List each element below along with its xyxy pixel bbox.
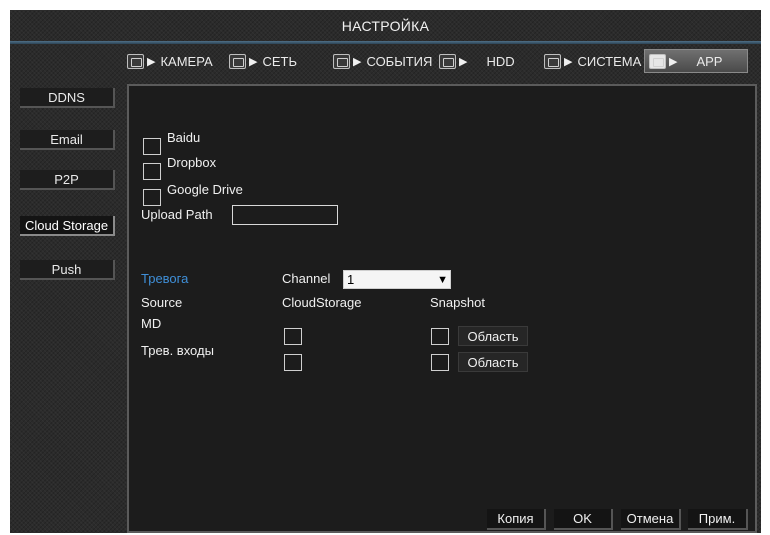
- sidebar-item-email[interactable]: Email: [20, 130, 115, 150]
- tab-events-label: СОБЫТИЯ: [366, 53, 433, 69]
- dropdown-arrow-icon: ▼: [437, 274, 448, 286]
- camera-icon: [127, 53, 144, 69]
- title-divider: [10, 41, 761, 44]
- dropbox-checkbox[interactable]: [143, 163, 161, 180]
- play-arrow-icon: ▶: [249, 55, 258, 68]
- tab-hdd[interactable]: ▶ HDD: [439, 49, 515, 73]
- tab-network[interactable]: ▶ СЕТЬ: [229, 49, 297, 73]
- play-arrow-icon: ▶: [459, 55, 468, 68]
- play-arrow-icon: ▶: [564, 55, 573, 68]
- cloud-storage-panel: Baidu Dropbox Google Drive Upload Path Т…: [127, 84, 757, 533]
- window-title: НАСТРОЙКА: [341, 17, 430, 34]
- md-area-button[interactable]: Область: [458, 326, 528, 346]
- channel-label: Channel: [282, 271, 331, 286]
- play-arrow-icon: ▶: [353, 55, 362, 68]
- channel-select[interactable]: 1 ▼: [343, 270, 451, 289]
- cloudstorage-column-header: CloudStorage: [282, 295, 362, 310]
- tab-hdd-label: HDD: [486, 53, 515, 69]
- tab-camera-label: КАМЕРА: [160, 53, 213, 69]
- tab-app-label: APP: [696, 53, 723, 69]
- tab-app[interactable]: ▶ APP: [644, 49, 748, 73]
- dropbox-label: Dropbox: [167, 155, 217, 170]
- md-source-label: MD: [141, 316, 162, 331]
- tab-network-label: СЕТЬ: [262, 53, 297, 69]
- tab-system[interactable]: ▶ СИСТЕМА: [544, 49, 641, 73]
- network-icon: [229, 53, 246, 69]
- alarm-inputs-snapshot-checkbox[interactable]: [431, 354, 449, 371]
- alarm-section-label: Тревога: [141, 271, 189, 286]
- ok-button[interactable]: OK: [554, 509, 613, 530]
- alarm-icon: [333, 53, 350, 69]
- hdd-icon: [439, 53, 456, 69]
- copy-button[interactable]: Копия: [487, 509, 546, 530]
- snapshot-column-header: Snapshot: [430, 295, 485, 310]
- google-drive-checkbox[interactable]: [143, 189, 161, 206]
- baidu-label: Baidu: [167, 130, 201, 145]
- play-arrow-icon: ▶: [147, 55, 156, 68]
- baidu-checkbox[interactable]: [143, 138, 161, 155]
- sidebar-item-p2p[interactable]: P2P: [20, 170, 115, 190]
- md-cloudstorage-checkbox[interactable]: [284, 328, 302, 345]
- md-snapshot-checkbox[interactable]: [431, 328, 449, 345]
- app-icon: [649, 53, 666, 69]
- upload-path-input[interactable]: [232, 205, 338, 225]
- cancel-button[interactable]: Отмена: [621, 509, 681, 530]
- sidebar-item-cloud-storage[interactable]: Cloud Storage: [20, 216, 115, 236]
- tab-camera[interactable]: ▶ КАМЕРА: [127, 49, 213, 73]
- settings-window: НАСТРОЙКА ▶ КАМЕРА ▶ СЕТЬ ▶ СОБЫТИЯ ▶ HD…: [10, 10, 761, 533]
- source-column-header: Source: [141, 295, 183, 310]
- tab-system-label: СИСТЕМА: [577, 53, 642, 69]
- alarm-inputs-cloudstorage-checkbox[interactable]: [284, 354, 302, 371]
- google-drive-label: Google Drive: [167, 182, 243, 197]
- system-icon: [544, 53, 561, 69]
- apply-button[interactable]: Прим.: [688, 509, 748, 530]
- upload-path-label: Upload Path: [141, 207, 213, 222]
- play-arrow-icon: ▶: [669, 55, 678, 68]
- alarm-inputs-source-label: Трев. входы: [141, 343, 214, 358]
- sidebar-item-push[interactable]: Push: [20, 260, 115, 280]
- sidebar-item-ddns[interactable]: DDNS: [20, 88, 115, 108]
- channel-value: 1: [347, 272, 355, 287]
- alarm-inputs-area-button[interactable]: Область: [458, 352, 528, 372]
- tab-events[interactable]: ▶ СОБЫТИЯ: [333, 49, 432, 73]
